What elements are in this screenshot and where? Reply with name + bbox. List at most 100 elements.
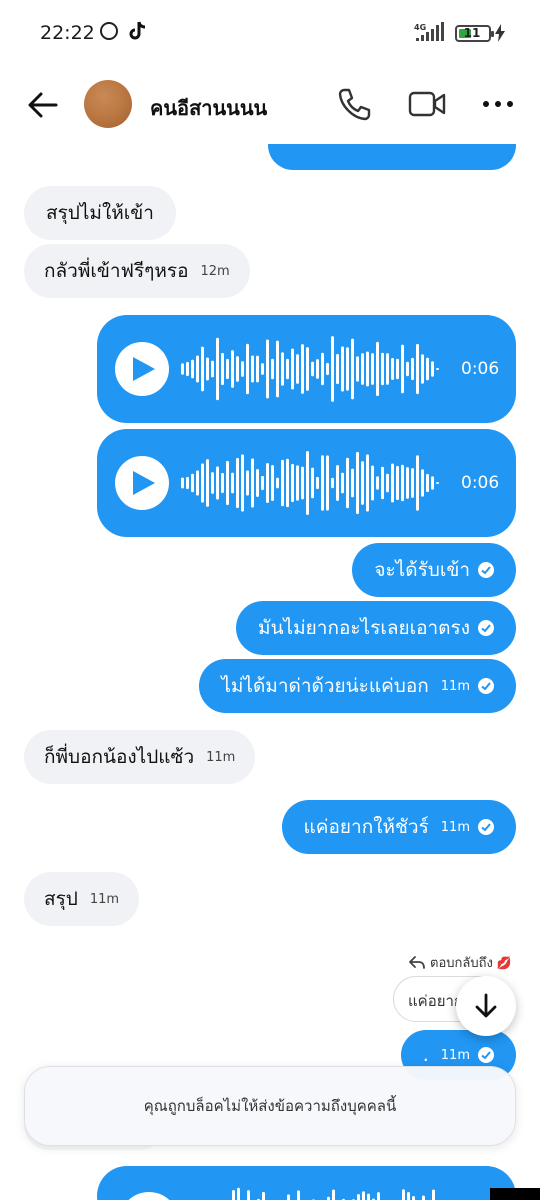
waveform-bar xyxy=(241,361,244,377)
contact-avatar[interactable] xyxy=(84,80,132,128)
waveform-bar xyxy=(211,472,214,494)
waveform-bar xyxy=(226,358,229,380)
status-bar: 22:22 4G 11 xyxy=(0,0,540,68)
waveform-bar xyxy=(431,476,434,490)
delivered-check-icon xyxy=(478,1047,494,1063)
outgoing-message[interactable]: มันไม่ยากอะไรเลยเอาตรง xyxy=(236,601,516,655)
waveform-bar xyxy=(221,352,224,386)
battery-icon: 11 xyxy=(455,25,494,42)
message-time: 11m xyxy=(440,678,470,694)
voice-message-partial[interactable] xyxy=(97,1166,516,1200)
waveform-bar xyxy=(291,348,294,390)
phone-call-icon[interactable] xyxy=(336,86,372,122)
waveform-bar xyxy=(396,358,399,380)
waveform-bar xyxy=(226,460,229,506)
outgoing-message[interactable]: จะได้รับเข้า xyxy=(352,543,516,597)
message-text: ก็พี่บอกน้องไปแซ้ว xyxy=(44,746,195,768)
waveform-bar xyxy=(231,350,234,388)
waveform-bar xyxy=(266,339,269,399)
more-options-icon[interactable] xyxy=(482,94,514,114)
incoming-message[interactable]: กลัวพี่เข้าฟรีๆหรอ 12m xyxy=(24,244,250,298)
waveform-bar xyxy=(296,465,299,501)
video-call-icon[interactable] xyxy=(408,88,446,120)
incoming-message[interactable]: สรุป 11m xyxy=(24,872,140,926)
play-icon xyxy=(133,357,155,381)
message-time: 11m xyxy=(440,1047,470,1063)
waveform-bar xyxy=(351,468,354,498)
arrow-down-icon xyxy=(475,993,497,1018)
waveform-bar xyxy=(306,450,309,516)
play-button[interactable] xyxy=(115,456,169,510)
waveform-bar xyxy=(221,472,224,494)
waveform-bar xyxy=(436,368,439,370)
incoming-message[interactable]: สรุปไม่ให้เข้า xyxy=(24,186,176,240)
waveform-bar xyxy=(241,454,244,512)
waveform-bar xyxy=(406,467,409,499)
waveform-bar xyxy=(411,468,414,498)
waveform-bar xyxy=(191,473,194,493)
message-text: ไม่ได้มาด่าด้วยน่ะแค่บอก xyxy=(221,675,429,697)
waveform-bar xyxy=(271,465,274,501)
waveform-bar xyxy=(336,353,339,385)
messenger-chat-screen: 22:22 4G 11 คนอีสานนนน สรุปไม่ให้เข้า กล… xyxy=(0,0,540,1200)
voice-duration: 0:06 xyxy=(461,473,500,493)
voice-duration: 0:06 xyxy=(461,359,500,379)
charging-icon xyxy=(495,24,505,42)
waveform-bar xyxy=(366,351,369,387)
status-time: 22:22 xyxy=(40,22,95,44)
waveform-bar xyxy=(402,1189,405,1200)
blocked-notice-text: คุณถูกบล็อคไม่ให้ส่งข้อความถึงบุคคลนี้ xyxy=(143,1097,397,1115)
waveform-bar xyxy=(422,1195,425,1200)
waveform-bar xyxy=(362,1191,365,1200)
incoming-message[interactable]: ก็พี่บอกน้องไปแซ้ว 11m xyxy=(24,730,256,784)
waveform-bar xyxy=(271,358,274,380)
waveform-bar xyxy=(371,353,374,385)
waveform-bar xyxy=(416,455,419,511)
waveform-bar xyxy=(381,352,384,386)
message-text: สรุปไม่ให้เข้า xyxy=(46,202,154,224)
waveform-bar xyxy=(237,1187,240,1200)
waveform-bar xyxy=(406,361,409,377)
svg-text:4G: 4G xyxy=(414,23,426,32)
waveform-bar xyxy=(291,463,294,503)
waveform-bar xyxy=(186,361,189,377)
voice-message[interactable]: 0:06 xyxy=(97,315,516,423)
waveform-bar xyxy=(276,477,279,489)
play-button[interactable] xyxy=(115,342,169,396)
message-text: มันไม่ยากอะไรเลยเอาตรง xyxy=(258,617,470,639)
message-text: แค่อยากให้ชัวร์ xyxy=(303,816,429,838)
waveform-bar xyxy=(196,355,199,383)
waveform-bar xyxy=(411,357,414,381)
waveform-bar xyxy=(396,465,399,501)
waveform-bar xyxy=(351,338,354,400)
outgoing-message[interactable]: แค่อยากให้ชัวร์ 11m xyxy=(281,800,516,854)
waveform-bar xyxy=(336,465,339,501)
scroll-to-bottom-button[interactable] xyxy=(456,976,516,1036)
play-icon xyxy=(133,471,155,495)
waveform-bar xyxy=(432,1189,435,1200)
waveform-bar xyxy=(251,458,254,508)
back-arrow-icon[interactable] xyxy=(26,88,60,122)
waveform-bar xyxy=(346,457,349,509)
waveform-bar xyxy=(381,466,384,500)
tiktok-icon xyxy=(129,21,146,40)
waveform-bar xyxy=(357,1193,360,1200)
waveform-bar xyxy=(286,358,289,380)
voice-message[interactable]: 0:06 xyxy=(97,429,516,537)
lips-emoji: 💋 xyxy=(496,955,512,970)
waveform-bar xyxy=(386,473,389,493)
contact-name[interactable]: คนอีสานนนน xyxy=(150,92,267,124)
waveform-bar xyxy=(376,476,379,490)
waveform-bar xyxy=(201,463,204,503)
play-button[interactable] xyxy=(119,1192,179,1200)
blocked-notice: คุณถูกบล็อคไม่ให้ส่งข้อความถึงบุคคลนี้ xyxy=(24,1066,516,1146)
waveform-bar xyxy=(376,341,379,397)
waveform-bar xyxy=(261,363,264,375)
waveform-bar xyxy=(296,354,299,384)
outgoing-message[interactable]: ไม่ได้มาด่าด้วยน่ะแค่บอก 11m xyxy=(199,659,516,713)
reply-to-label: ตอบกลับถึง 💋 xyxy=(408,952,512,973)
waveform-bar xyxy=(391,358,394,380)
message-time: 12m xyxy=(200,263,230,279)
waveform-bar xyxy=(206,357,209,381)
waveform-bar xyxy=(361,461,364,505)
